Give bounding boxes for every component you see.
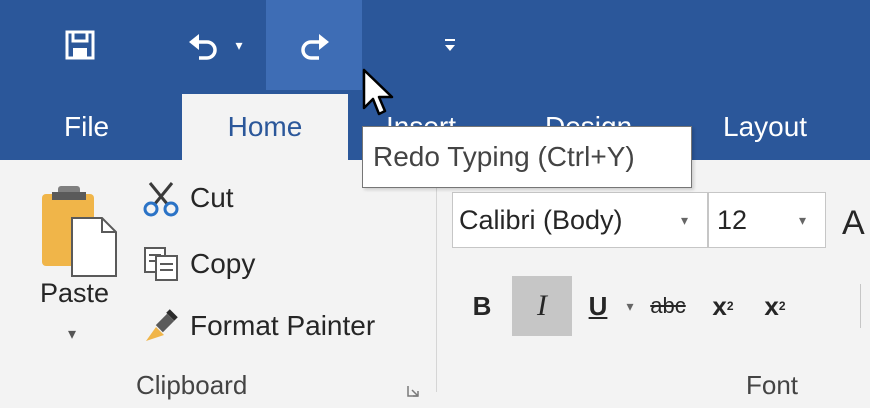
font-name-dropdown-icon[interactable]: ▾ [681, 212, 688, 229]
font-name-value: Calibri (Body) [459, 204, 623, 235]
font-size-combobox[interactable]: 12 ▾ [708, 192, 826, 248]
format-painter-button[interactable]: Format Painter [142, 300, 375, 352]
tab-file[interactable]: File [64, 94, 109, 160]
undo-icon [189, 34, 218, 60]
scissors-icon [143, 182, 179, 217]
save-icon [65, 30, 95, 60]
tab-home[interactable]: Home [182, 94, 348, 160]
paste-label[interactable]: Paste [40, 278, 109, 309]
grow-font-button[interactable]: A [842, 204, 865, 243]
copy-button[interactable]: Copy [142, 238, 255, 290]
paintbrush-icon [146, 309, 178, 341]
dialog-launcher-icon[interactable] [406, 384, 420, 398]
copy-icon [144, 247, 178, 281]
paste-button[interactable] [36, 178, 128, 354]
font-group-label: Font [746, 370, 799, 400]
superscript-glyph: x [764, 290, 779, 321]
save-button[interactable] [40, 0, 120, 90]
format-divider [860, 284, 861, 328]
copy-label: Copy [190, 248, 256, 279]
cut-button[interactable]: Cut [142, 172, 234, 224]
customize-qat-button[interactable] [430, 0, 470, 90]
bold-button[interactable]: B [462, 276, 502, 336]
paste-icon [42, 186, 117, 277]
superscript-mark: 2 [778, 299, 786, 313]
font-size-dropdown-icon[interactable]: ▾ [799, 212, 806, 229]
italic-button[interactable]: I [512, 276, 572, 336]
tab-layout[interactable]: Layout [723, 94, 807, 160]
font-name-combobox[interactable]: Calibri (Body) ▾ [452, 192, 708, 248]
format-painter-label: Format Painter [190, 310, 376, 341]
underline-dropdown-icon[interactable]: ▾ [620, 276, 640, 336]
mouse-cursor-icon [362, 68, 394, 116]
customize-qat-icon [445, 39, 455, 51]
redo-button[interactable] [266, 0, 362, 90]
subscript-button[interactable]: x2 [700, 276, 746, 336]
superscript-button[interactable]: x2 [752, 276, 798, 336]
redo-tooltip: Redo Typing (Ctrl+Y) [362, 126, 692, 188]
subscript-mark: 2 [726, 299, 734, 313]
underline-button[interactable]: U [580, 276, 616, 336]
strikethrough-button[interactable]: abc [642, 276, 694, 336]
subscript-glyph: x [712, 290, 727, 321]
font-size-value: 12 [717, 204, 748, 235]
paste-dropdown-icon[interactable]: ▾ [68, 324, 76, 344]
undo-dropdown-icon[interactable]: ▾ [235, 37, 242, 54]
clipboard-group-label: Clipboard [136, 370, 248, 400]
cut-label: Cut [190, 182, 234, 213]
group-divider [436, 178, 437, 392]
redo-icon [301, 34, 329, 60]
undo-button[interactable]: ▾ [165, 0, 265, 90]
